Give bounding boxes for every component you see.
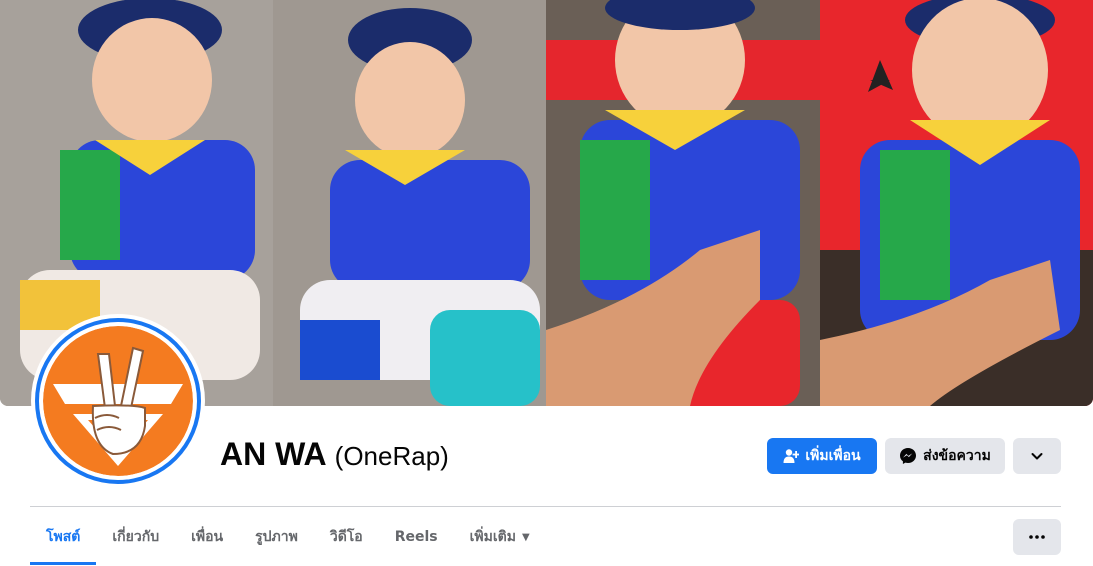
profile-options-dropdown-button[interactable]	[1013, 438, 1061, 474]
ellipsis-icon	[1029, 535, 1045, 539]
peace-hand-logo-icon	[43, 326, 193, 476]
messenger-icon	[899, 447, 917, 465]
tab-photos[interactable]: รูปภาพ	[239, 512, 314, 562]
avatar-image-frame	[39, 322, 197, 480]
profile-tabs: โพสต์ เกี่ยวกับ เพื่อน รูปภาพ วิดีโอ Ree…	[30, 512, 546, 565]
tab-reels[interactable]: Reels	[379, 512, 454, 562]
add-friend-label: เพิ่มเพื่อน	[805, 448, 861, 464]
tab-label: วิดีโอ	[329, 529, 363, 545]
tab-friends[interactable]: เพื่อน	[175, 512, 239, 562]
tab-more[interactable]: เพิ่มเติม ▼	[454, 512, 546, 562]
profile-name-row: AN WA (OneRap)	[220, 436, 449, 476]
tab-videos[interactable]: วิดีโอ	[314, 512, 379, 562]
chevron-down-icon	[1030, 449, 1044, 463]
tab-about[interactable]: เกี่ยวกับ	[96, 512, 175, 562]
profile-header-divider	[30, 506, 1061, 507]
tab-label: เพื่อน	[191, 529, 224, 545]
profile-avatar[interactable]	[35, 318, 201, 484]
add-friend-button[interactable]: เพิ่มเพื่อน	[767, 438, 877, 474]
message-label: ส่งข้อความ	[923, 448, 991, 464]
profile-avatar-ring	[31, 314, 205, 488]
tab-label: เกี่ยวกับ	[112, 529, 160, 545]
tab-posts[interactable]: โพสต์	[30, 512, 97, 565]
tab-label: Reels	[394, 529, 438, 545]
tab-label: เพิ่มเติม	[469, 529, 516, 545]
caret-down-icon: ▼	[521, 531, 530, 543]
more-options-button[interactable]	[1013, 519, 1061, 555]
profile-alternate-name: (OneRap)	[334, 441, 449, 471]
tab-label: โพสต์	[46, 529, 81, 545]
person-plus-icon	[783, 448, 800, 464]
tab-label: รูปภาพ	[255, 529, 298, 545]
profile-name: AN WA	[220, 436, 327, 472]
message-button[interactable]: ส่งข้อความ	[885, 438, 1005, 474]
